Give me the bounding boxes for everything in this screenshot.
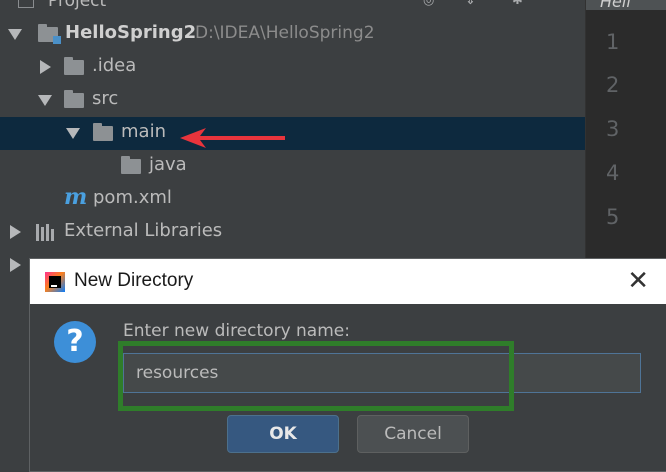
tree-root-label: HelloSpring2 bbox=[65, 22, 197, 43]
tree-item-label: main bbox=[121, 121, 166, 142]
tree-item-label: External Libraries bbox=[64, 220, 223, 241]
collapse-arrow-icon[interactable] bbox=[10, 225, 21, 239]
module-folder-icon bbox=[38, 24, 61, 44]
expand-arrow-icon[interactable] bbox=[66, 128, 80, 139]
dialog-title: New Directory bbox=[74, 270, 194, 291]
tree-item-label: .idea bbox=[92, 55, 137, 76]
editor-tab-label: Hell bbox=[600, 0, 631, 10]
target-icon[interactable]: ◎ bbox=[423, 0, 437, 8]
project-toolwindow-header: Project ◎ ⇕ ✱ bbox=[0, 0, 585, 10]
tree-item-label: pom.xml bbox=[93, 187, 172, 208]
question-icon: ? bbox=[54, 321, 96, 363]
settings-icon[interactable]: ✱ bbox=[512, 0, 526, 8]
line-number: 3 bbox=[606, 117, 620, 141]
line-number: 2 bbox=[606, 73, 620, 97]
close-icon[interactable]: ✕ bbox=[627, 266, 649, 296]
expand-arrow-icon[interactable] bbox=[38, 95, 52, 106]
collapse-icon[interactable]: ⇕ bbox=[465, 0, 479, 8]
tree-item-label: java bbox=[149, 154, 187, 175]
tree-row-pom[interactable]: m pom.xml bbox=[0, 183, 585, 216]
line-number: 5 bbox=[606, 205, 620, 229]
collapse-arrow-icon[interactable] bbox=[40, 60, 51, 74]
dialog-prompt: Enter new directory name: bbox=[123, 321, 350, 341]
folder-icon bbox=[64, 57, 84, 75]
tree-root-path: D:\IDEA\HelloSpring2 bbox=[195, 23, 375, 43]
ok-button[interactable]: OK bbox=[227, 415, 339, 453]
line-number: 4 bbox=[606, 161, 620, 185]
project-view-icon bbox=[18, 0, 34, 8]
library-icon bbox=[36, 224, 58, 241]
directory-name-input[interactable] bbox=[123, 353, 641, 393]
dialog-titlebar[interactable]: New Directory ✕ bbox=[30, 259, 666, 304]
expand-arrow-icon[interactable] bbox=[8, 29, 22, 40]
tree-item-label: src bbox=[92, 88, 119, 109]
tree-row-main[interactable]: main bbox=[0, 117, 585, 150]
folder-icon bbox=[64, 90, 84, 108]
annotation-arrow bbox=[180, 128, 285, 148]
tree-row-root[interactable]: HelloSpring2 D:\IDEA\HelloSpring2 bbox=[0, 18, 585, 51]
folder-icon bbox=[93, 123, 113, 141]
editor-tab[interactable]: Hell bbox=[586, 0, 666, 10]
intellij-logo-icon bbox=[45, 272, 65, 292]
tree-row-external-libraries[interactable]: External Libraries bbox=[0, 216, 585, 249]
tree-row-java[interactable]: java bbox=[0, 150, 585, 183]
tree-row-src[interactable]: src bbox=[0, 84, 585, 117]
project-panel-title[interactable]: Project bbox=[48, 0, 106, 10]
tree-row-idea[interactable]: .idea bbox=[0, 51, 585, 84]
cancel-button[interactable]: Cancel bbox=[357, 415, 469, 453]
collapse-arrow-icon[interactable] bbox=[10, 258, 21, 272]
maven-icon: m bbox=[64, 184, 88, 210]
line-number: 1 bbox=[606, 30, 620, 54]
new-directory-dialog: New Directory ✕ ? Enter new directory na… bbox=[29, 258, 666, 472]
folder-icon bbox=[121, 156, 141, 174]
